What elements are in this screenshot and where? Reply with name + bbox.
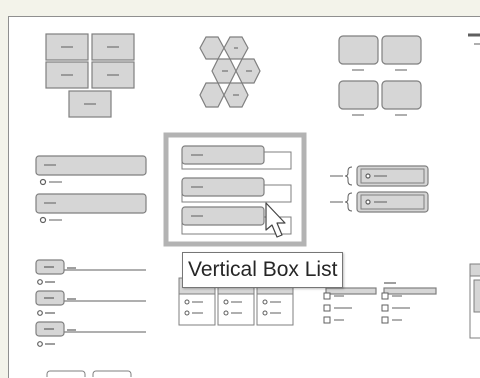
layout-bracket-list[interactable] bbox=[330, 165, 429, 213]
layout-partial-item-top-right[interactable] bbox=[468, 33, 480, 45]
layout-partial-item-bottom-right[interactable] bbox=[469, 263, 480, 339]
layout-vertical-box-list[interactable] bbox=[163, 132, 307, 247]
layout-hexagon-cluster[interactable] bbox=[199, 36, 261, 108]
layout-stacked-list[interactable] bbox=[35, 155, 147, 224]
layout-partial-item-bottom-row[interactable] bbox=[46, 370, 132, 377]
layout-name-tooltip: Vertical Box List bbox=[182, 252, 344, 288]
layout-grouped-boxes[interactable] bbox=[338, 35, 422, 116]
layout-basic-block-list[interactable] bbox=[45, 33, 135, 118]
layout-checklist-columns[interactable] bbox=[323, 282, 437, 324]
smartart-gallery-window: Vertical Box List bbox=[0, 0, 480, 378]
layout-horizontal-bullet-list[interactable] bbox=[35, 259, 146, 347]
